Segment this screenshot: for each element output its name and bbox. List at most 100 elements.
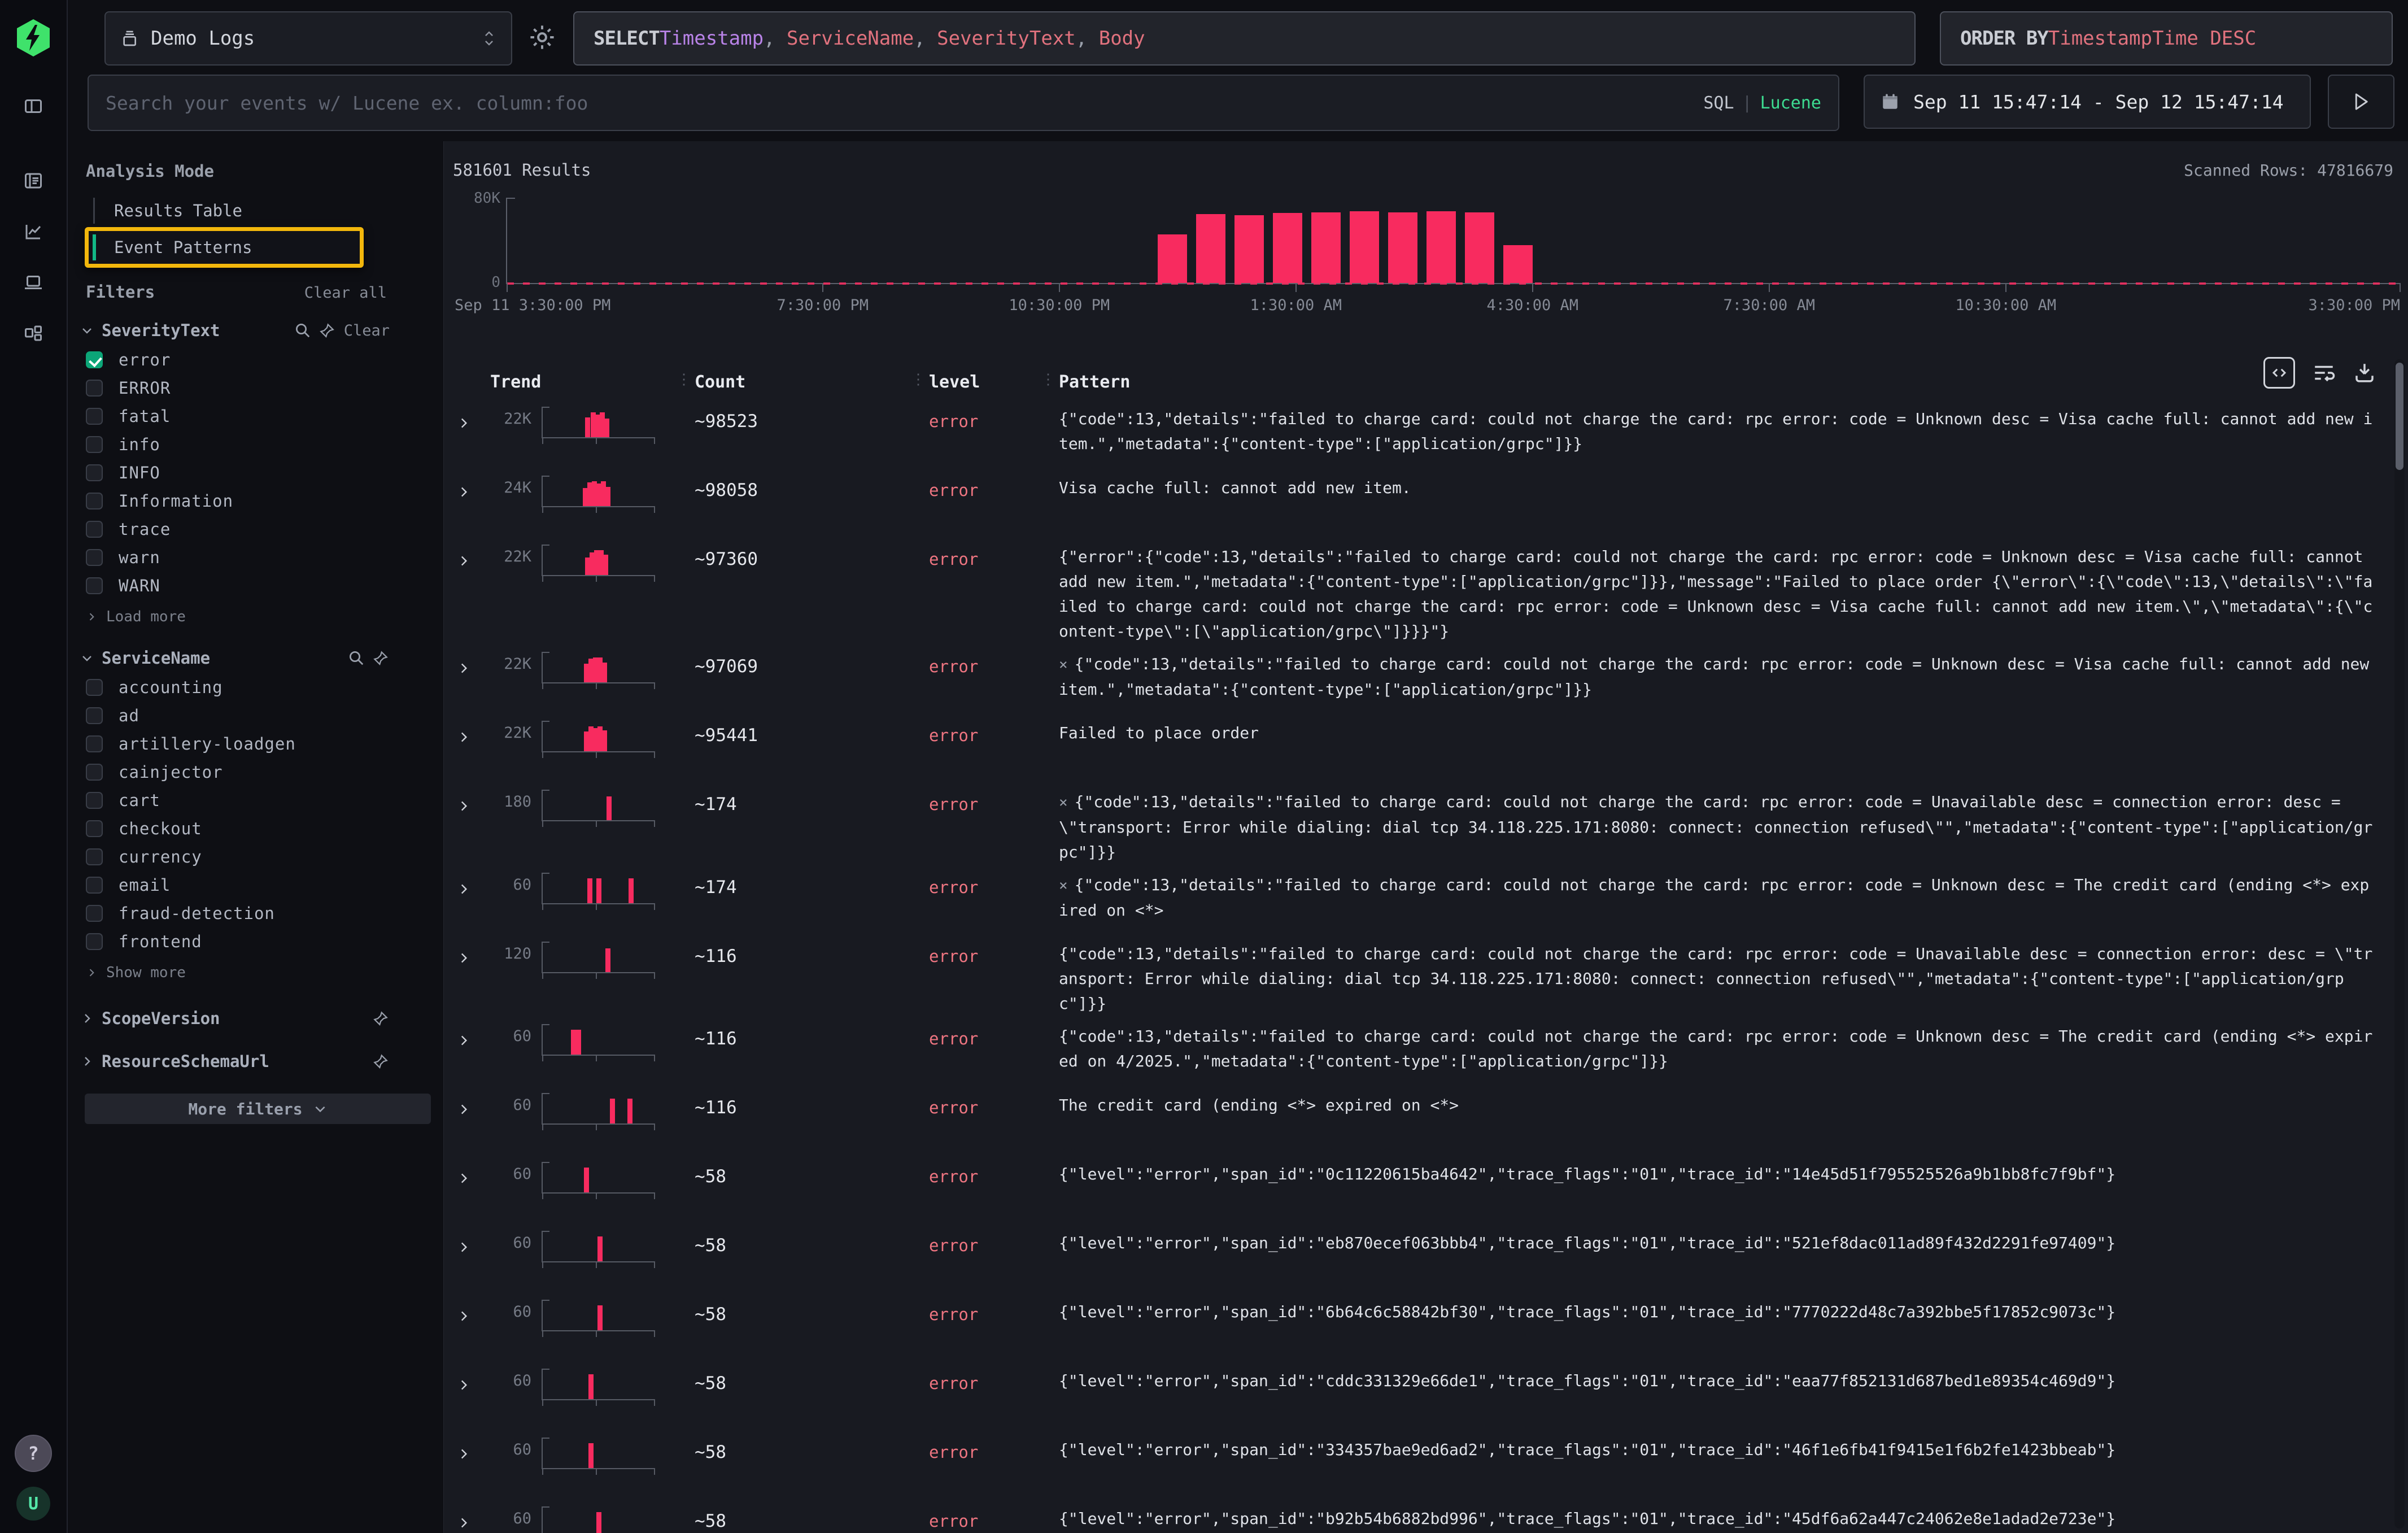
filter-option[interactable]: email: [86, 871, 443, 899]
column-header-trend[interactable]: Trend: [480, 372, 695, 392]
filter-option[interactable]: info: [86, 430, 443, 459]
checkbox-unchecked[interactable]: [86, 792, 103, 809]
search-icon[interactable]: [348, 650, 365, 667]
filter-option[interactable]: WARN: [86, 572, 443, 600]
scrollbar-thumb[interactable]: [2396, 363, 2403, 470]
pin-icon[interactable]: [373, 1053, 390, 1070]
filter-option[interactable]: Information: [86, 487, 443, 515]
logs-nav-icon[interactable]: [23, 171, 43, 191]
filter-option[interactable]: error: [86, 346, 443, 374]
service-group-name[interactable]: ServiceName: [102, 648, 340, 668]
sidebar-toggle-icon[interactable]: [23, 96, 43, 116]
search-mode-sql[interactable]: SQL: [1703, 93, 1734, 113]
column-header-pattern[interactable]: Pattern: [1059, 372, 1130, 392]
checkbox-unchecked[interactable]: [86, 877, 103, 894]
pattern-row[interactable]: 24K ~98058 error Visa cache full: cannot…: [453, 468, 2374, 537]
pattern-row[interactable]: 22K ~97360 error {"error":{"code":13,"de…: [453, 537, 2374, 644]
view-code-icon[interactable]: [2263, 357, 2295, 389]
row-expander[interactable]: [453, 1024, 480, 1048]
filter-option[interactable]: trace: [86, 515, 443, 543]
chevron-down-icon[interactable]: [80, 651, 94, 665]
pin-icon[interactable]: [373, 650, 390, 667]
filter-option[interactable]: fatal: [86, 402, 443, 430]
filter-option[interactable]: INFO: [86, 459, 443, 487]
search-mode-lucene[interactable]: Lucene: [1760, 93, 1821, 113]
chevron-down-icon[interactable]: [80, 324, 94, 337]
pattern-row[interactable]: 60 ~58 error {"level":"error","span_id":…: [453, 1361, 2374, 1430]
row-expander[interactable]: [453, 1506, 480, 1530]
pattern-row[interactable]: 60 ~116 error {"code":13,"details":"fail…: [453, 1016, 2374, 1085]
checkbox-unchecked[interactable]: [86, 764, 103, 781]
filter-option[interactable]: warn: [86, 543, 443, 572]
help-button[interactable]: ?: [15, 1435, 52, 1472]
checkbox-unchecked[interactable]: [86, 493, 103, 509]
pattern-row[interactable]: 60 ~58 error {"level":"error","span_id":…: [453, 1154, 2374, 1223]
row-expander[interactable]: [453, 721, 480, 744]
pattern-row[interactable]: 22K ~97069 error ×{"code":13,"details":"…: [453, 644, 2374, 713]
filter-option[interactable]: fraud-detection: [86, 899, 443, 927]
filter-option[interactable]: currency: [86, 843, 443, 871]
row-expander[interactable]: [453, 790, 480, 813]
sessions-nav-icon[interactable]: [23, 272, 43, 293]
dashboards-nav-icon[interactable]: [23, 323, 43, 343]
download-icon[interactable]: [2353, 361, 2376, 385]
severity-clear-button[interactable]: Clear: [344, 322, 390, 339]
more-filters-button[interactable]: More filters: [85, 1094, 431, 1124]
filter-option[interactable]: ad: [86, 702, 443, 730]
time-range-picker[interactable]: Sep 11 15:47:14 - Sep 12 15:47:14: [1864, 75, 2311, 129]
checkbox-unchecked[interactable]: [86, 707, 103, 724]
checkbox-unchecked[interactable]: [86, 408, 103, 425]
checkbox-unchecked[interactable]: [86, 436, 103, 453]
pattern-row[interactable]: 60 ~58 error {"level":"error","span_id":…: [453, 1499, 2374, 1533]
filter-option[interactable]: artillery-loadgen: [86, 730, 443, 758]
severity-group-name[interactable]: SeverityText: [102, 321, 286, 340]
run-query-button[interactable]: [2328, 75, 2394, 129]
row-expander[interactable]: [453, 942, 480, 965]
filter-option[interactable]: cainjector: [86, 758, 443, 786]
pin-icon[interactable]: [373, 1010, 390, 1027]
pattern-row[interactable]: 120 ~116 error {"code":13,"details":"fai…: [453, 934, 2374, 1016]
pattern-row[interactable]: 60 ~174 error ×{"code":13,"details":"fai…: [453, 865, 2374, 934]
filter-option[interactable]: frontend: [86, 927, 443, 956]
row-expander[interactable]: [453, 1162, 480, 1186]
row-expander[interactable]: [453, 476, 480, 499]
pattern-row[interactable]: 22K ~98523 error {"code":13,"details":"f…: [453, 399, 2374, 468]
checkbox-unchecked[interactable]: [86, 820, 103, 837]
filter-option[interactable]: ERROR: [86, 374, 443, 402]
checkbox-unchecked[interactable]: [86, 735, 103, 752]
user-avatar[interactable]: U: [16, 1487, 50, 1521]
pin-icon[interactable]: [319, 322, 336, 339]
checkbox-checked[interactable]: [86, 351, 103, 368]
pattern-row[interactable]: 60 ~58 error {"level":"error","span_id":…: [453, 1223, 2374, 1292]
filter-option[interactable]: cart: [86, 786, 443, 815]
checkbox-unchecked[interactable]: [86, 380, 103, 397]
charts-nav-icon[interactable]: [23, 221, 43, 242]
order-by-input[interactable]: ORDER BY TimestampTime DESC: [1940, 11, 2393, 66]
search-icon[interactable]: [294, 322, 311, 339]
source-select[interactable]: Demo Logs: [104, 11, 512, 66]
search-input[interactable]: Search your events w/ Lucene ex. column:…: [88, 75, 1839, 131]
row-expander[interactable]: [453, 407, 480, 430]
filter-option[interactable]: checkout: [86, 815, 443, 843]
row-expander[interactable]: [453, 1300, 480, 1323]
checkbox-unchecked[interactable]: [86, 521, 103, 538]
checkbox-unchecked[interactable]: [86, 933, 103, 950]
column-resize-handle[interactable]: ⋮: [677, 371, 691, 388]
service-show-more[interactable]: Show more: [86, 960, 443, 985]
pattern-row[interactable]: 60 ~58 error {"level":"error","span_id":…: [453, 1292, 2374, 1361]
row-expander[interactable]: [453, 873, 480, 896]
scope-version-group[interactable]: ScopeVersion: [80, 1009, 390, 1028]
severity-load-more[interactable]: Load more: [86, 604, 443, 629]
checkbox-unchecked[interactable]: [86, 577, 103, 594]
checkbox-unchecked[interactable]: [86, 905, 103, 922]
checkbox-unchecked[interactable]: [86, 549, 103, 566]
checkbox-unchecked[interactable]: [86, 679, 103, 696]
clear-all-button[interactable]: Clear all: [304, 284, 387, 302]
row-expander[interactable]: [453, 1369, 480, 1392]
column-header-level[interactable]: level: [929, 372, 980, 392]
row-expander[interactable]: [453, 1231, 480, 1255]
analysis-mode-option[interactable]: Event Patterns: [93, 231, 360, 264]
gear-icon[interactable]: [527, 23, 557, 52]
wrap-lines-icon[interactable]: [2312, 361, 2336, 385]
column-resize-handle[interactable]: ⋮: [911, 371, 926, 388]
